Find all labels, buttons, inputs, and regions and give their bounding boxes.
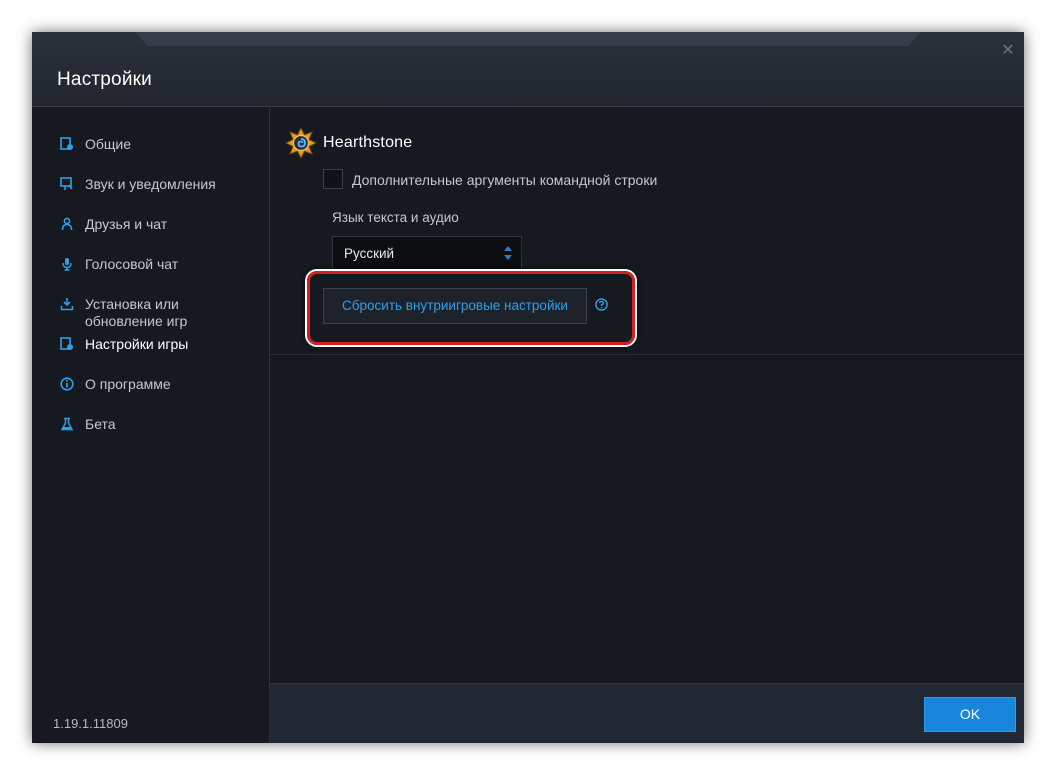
sidebar-item-friends[interactable]: Друзья и чат (60, 216, 245, 233)
main-content: Hearthstone Дополнительные аргументы ком… (270, 107, 1024, 683)
sidebar-item-general[interactable]: Общие (60, 136, 245, 153)
microphone-icon (62, 258, 72, 271)
help-question-icon[interactable] (595, 298, 608, 311)
friends-chat-icon (61, 217, 73, 231)
sidebar-item-beta[interactable]: Бета (60, 416, 245, 433)
language-label: Язык текста и аудио (332, 210, 459, 225)
sidebar-item-label: Голосовой чат (85, 256, 179, 272)
select-arrows-icon (504, 246, 512, 260)
sidebar-item-label: О программе (85, 376, 171, 392)
game-settings-icon (60, 337, 73, 350)
language-select[interactable]: Русский (332, 236, 522, 270)
cmd-args-checkbox[interactable] (323, 169, 343, 189)
general-settings-icon (60, 137, 73, 150)
app-version: 1.19.1.11809 (53, 716, 128, 731)
sidebar-item-label: Звук и уведомления (85, 176, 216, 192)
game-title: Hearthstone (323, 134, 413, 151)
sidebar-item-label: Общие (85, 136, 132, 152)
sidebar-item-label: Бета (85, 416, 116, 432)
sound-notifications-icon (60, 177, 73, 190)
hearthstone-logo-icon (286, 128, 316, 158)
info-icon (60, 377, 74, 391)
sidebar-item-label: Настройки игры (85, 336, 189, 352)
settings-window: Настройки ✕ Общие Звук и уведомления Дру… (32, 32, 1024, 743)
dialog-footer: OK (270, 683, 1024, 743)
window-title: Настройки (57, 69, 152, 90)
sidebar-item-label: Установка или обновление игр (85, 296, 188, 329)
game-settings-section: Hearthstone Дополнительные аргументы ком… (270, 107, 1024, 355)
language-select-value: Русский (344, 246, 395, 261)
install-update-icon (60, 298, 74, 311)
ok-button[interactable]: OK (924, 697, 1016, 732)
sidebar-item-label: Друзья и чат (85, 216, 168, 232)
header-bevel (136, 32, 920, 46)
sidebar-item-install-update[interactable]: Установка или обновление игр (60, 296, 245, 330)
cmd-args-label[interactable]: Дополнительные аргументы командной строк… (352, 172, 657, 188)
sidebar: Общие Звук и уведомления Друзья и чат Го… (32, 107, 270, 743)
sidebar-item-sound[interactable]: Звук и уведомления (60, 176, 245, 193)
sidebar-item-voice[interactable]: Голосовой чат (60, 256, 245, 273)
window-header: Настройки ✕ (32, 32, 1024, 107)
sidebar-item-about[interactable]: О программе (60, 376, 245, 393)
close-icon[interactable]: ✕ (999, 42, 1017, 60)
sidebar-item-game-settings[interactable]: Настройки игры (60, 336, 245, 353)
beta-flask-icon (60, 417, 74, 431)
reset-game-settings-button[interactable]: Сбросить внутриигровые настройки (323, 288, 587, 324)
